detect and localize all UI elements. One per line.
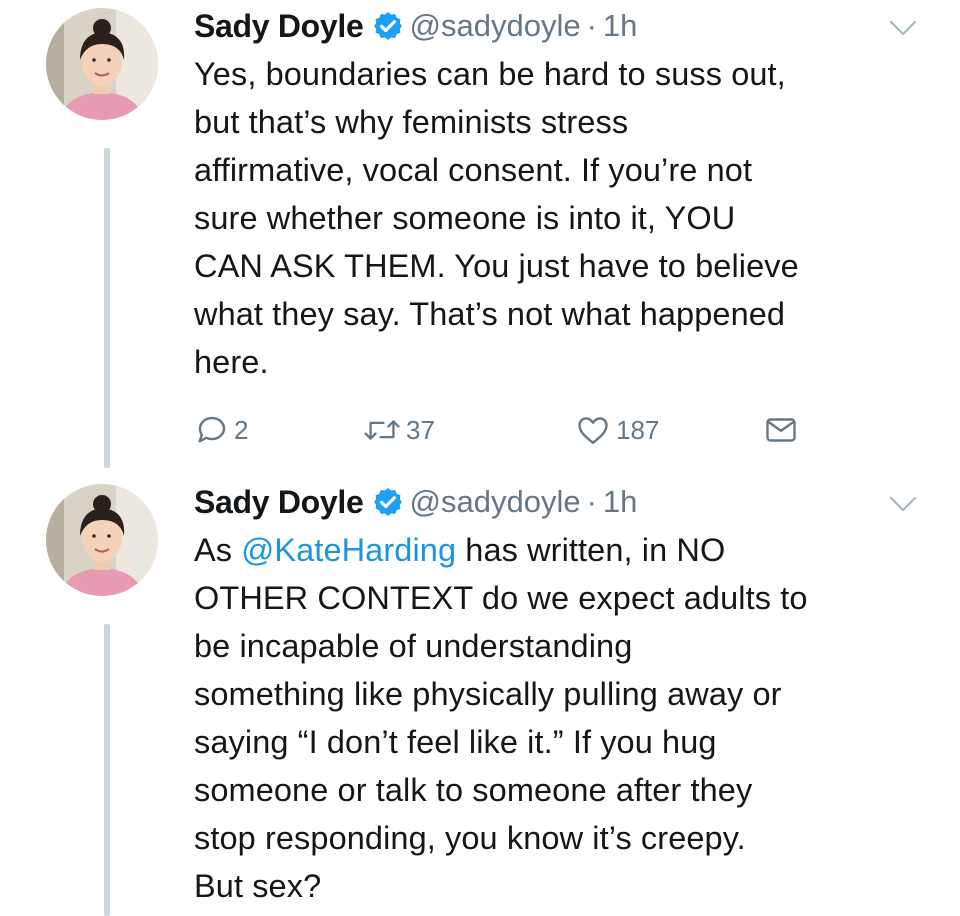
tweet-header: Sady Doyle @sadydoyle · 1h [194, 478, 934, 526]
tweet-header: Sady Doyle @sadydoyle · 1h [194, 2, 934, 50]
tweet-text-line: be incapable of understanding [194, 628, 633, 664]
verified-badge-icon [373, 488, 402, 516]
retweet-icon [364, 420, 400, 440]
tweet-text-line: Yes, boundaries can be hard to suss out, [194, 56, 786, 92]
verified-badge-icon [373, 12, 402, 40]
tweet-text-line: But sex? [194, 868, 322, 904]
retweet-count: 37 [406, 414, 435, 445]
author-name[interactable]: Sady Doyle [194, 8, 364, 45]
tweet-text-line: but that’s why feminists stress [194, 104, 629, 140]
tweet-text: Yes, boundaries can be hard to suss out,… [194, 50, 934, 386]
tweet-text-line: stop responding, you know it’s creepy. [194, 820, 746, 856]
text-segment: As [194, 532, 242, 568]
author-handle[interactable]: @sadydoyle [410, 8, 581, 44]
tweet-actions: 2 37 187 [194, 410, 814, 450]
retweet-button[interactable]: 37 [362, 410, 435, 450]
chevron-down-icon[interactable] [889, 18, 917, 38]
avatar[interactable] [46, 8, 158, 120]
avatar[interactable] [46, 484, 158, 596]
tweet-text-line: CAN ASK THEM. You just have to believe [194, 248, 799, 284]
author-handle[interactable]: @sadydoyle [410, 484, 581, 520]
text-segment: has written, in NO [456, 532, 726, 568]
tweet-text-line: affirmative, vocal consent. If you’re no… [194, 152, 753, 188]
reply-count: 2 [234, 414, 249, 445]
like-count: 187 [616, 414, 660, 445]
tweet-text-line: sure whether someone is into it, YOU [194, 200, 736, 236]
thread-line [104, 624, 110, 916]
tweet[interactable]: Sady Doyle @sadydoyle · 1h Yes, boundari… [0, 0, 960, 476]
separator-dot: · [586, 8, 597, 43]
tweet-text-line: what they say. That’s not what happened [194, 296, 786, 332]
tweet-text-line: saying “I don’t feel like it.” If you hu… [194, 724, 717, 760]
tweet-text-line: something like physically pulling away o… [194, 676, 782, 712]
thread-line [104, 148, 110, 468]
envelope-icon [766, 418, 796, 442]
mention-link[interactable]: @KateHarding [241, 532, 456, 568]
avatar-image [46, 484, 158, 596]
avatar-image [46, 8, 158, 120]
author-name[interactable]: Sady Doyle [194, 484, 364, 521]
separator-dot: · [586, 484, 597, 519]
tweet-text-line: As @KateHarding has written, in NO [194, 526, 934, 574]
reply-button[interactable]: 2 [194, 410, 248, 450]
like-button[interactable]: 187 [574, 410, 659, 450]
tweet-text-line: here. [194, 344, 269, 380]
tweet-timestamp[interactable]: 1h [603, 8, 637, 44]
tweet-text-line: OTHER CONTEXT do we expect adults to [194, 580, 808, 616]
tweet-timestamp[interactable]: 1h [603, 484, 637, 520]
heart-icon [578, 417, 608, 444]
reply-icon [198, 416, 226, 443]
direct-message-button[interactable] [762, 410, 800, 450]
tweet-text: As @KateHarding has written, in NO OTHER… [194, 526, 934, 910]
tweet-text-line: someone or talk to someone after they [194, 772, 753, 808]
tweet[interactable]: Sady Doyle @sadydoyle · 1h As @KateHardi… [0, 476, 960, 916]
chevron-down-icon[interactable] [889, 494, 917, 514]
